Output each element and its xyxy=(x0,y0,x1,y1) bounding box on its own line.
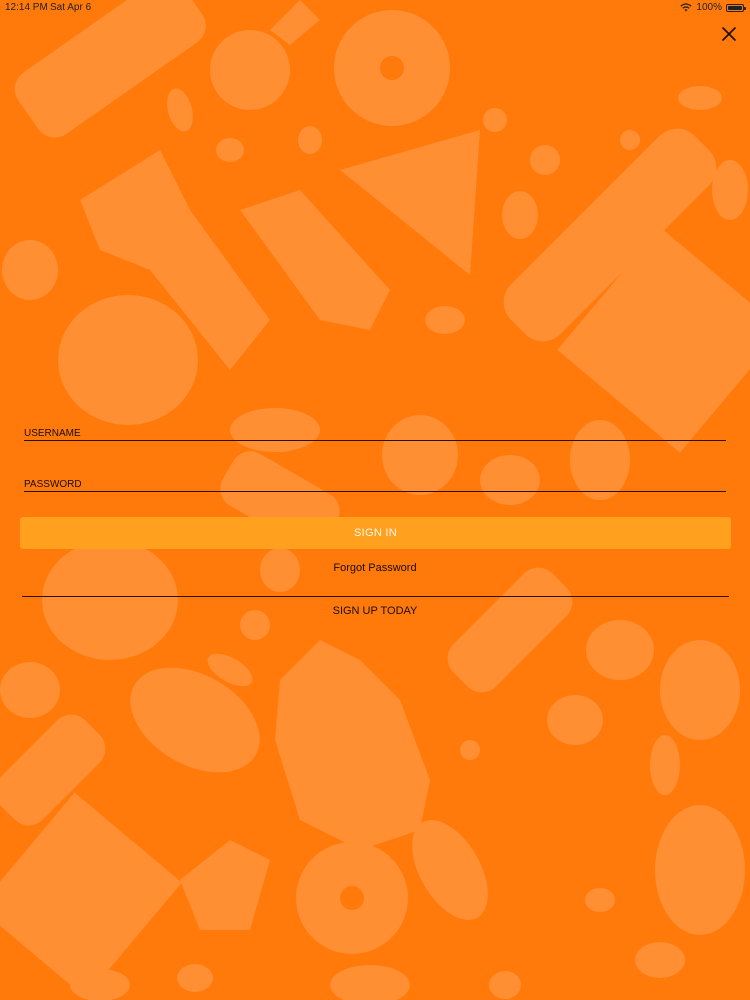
close-icon xyxy=(722,27,736,41)
password-input[interactable] xyxy=(24,469,726,491)
battery-percentage: 100% xyxy=(696,2,722,13)
divider xyxy=(22,596,729,597)
password-field-container xyxy=(24,469,726,492)
status-bar: 12:14 PM Sat Apr 6 100% xyxy=(0,0,750,16)
close-button[interactable] xyxy=(716,21,742,47)
status-right-group: 100% xyxy=(680,2,746,13)
status-time: 12:14 PM xyxy=(5,2,48,13)
username-field-container xyxy=(24,418,726,441)
sign-up-link[interactable]: SIGN UP TODAY xyxy=(0,605,750,617)
wifi-icon xyxy=(680,3,693,12)
battery-icon xyxy=(726,3,746,12)
grocery-pattern-background xyxy=(0,0,750,1000)
status-date: Sat Apr 6 xyxy=(50,2,92,13)
forgot-password-link[interactable]: Forgot Password xyxy=(0,562,750,574)
sign-in-button[interactable]: SIGN IN xyxy=(20,517,731,549)
username-input[interactable] xyxy=(24,418,726,440)
